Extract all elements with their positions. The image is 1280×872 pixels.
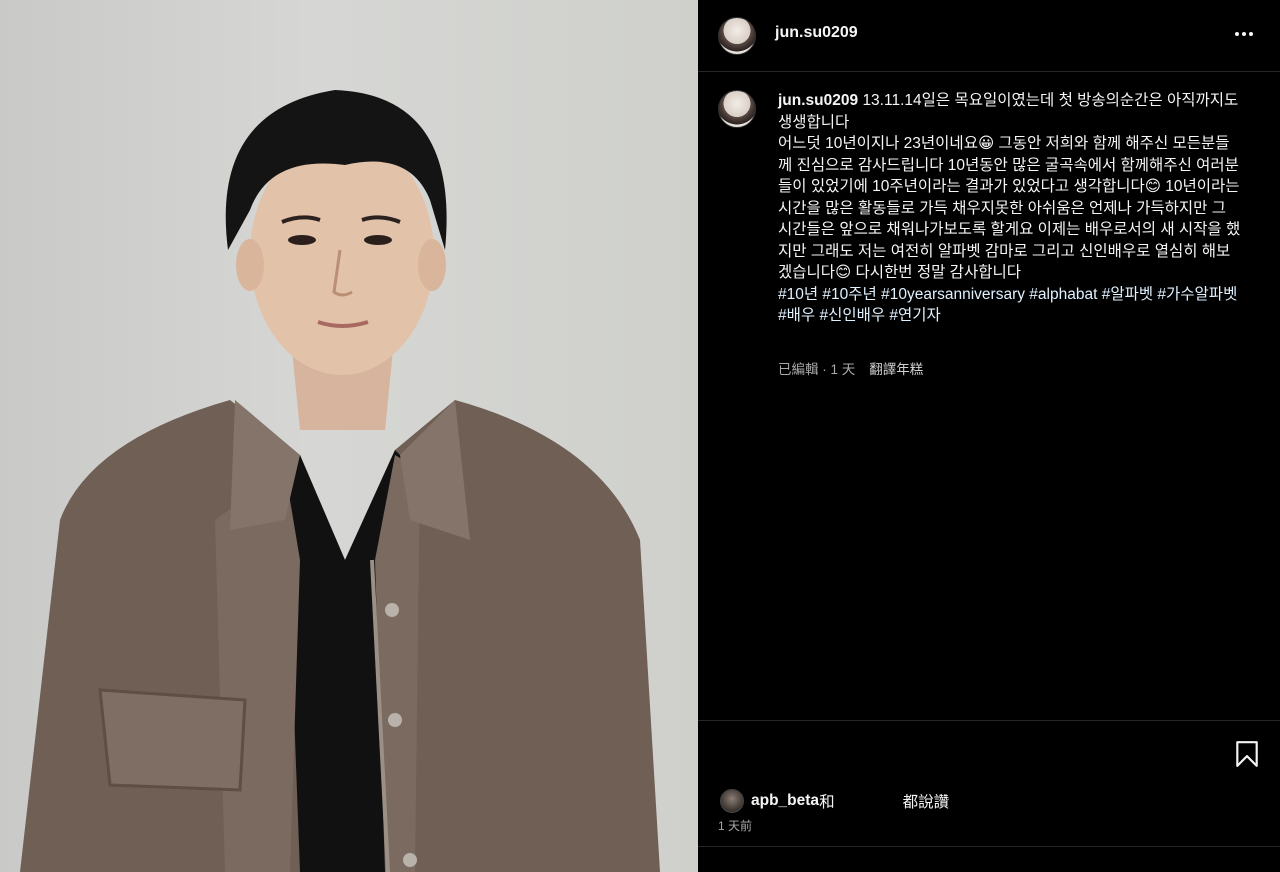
caption-body: jun.su0209 13.11.14일은 목요일이였는데 첫 방송의순간은 아… — [778, 90, 1243, 327]
edited-label: 已編輯 — [778, 362, 819, 377]
post-detail-panel: jun.su0209 jun.su0209 13.11.14일은 목요일이였는데… — [698, 0, 1280, 872]
liker-avatar[interactable] — [720, 789, 744, 813]
likes-summary[interactable]: apb_beta 和 都說讚 — [720, 789, 949, 813]
translate-button[interactable]: 翻譯年糕 — [869, 358, 923, 378]
meta-separator: · — [822, 362, 827, 377]
divider — [698, 720, 1280, 721]
post-photo[interactable] — [0, 0, 698, 872]
post-header: jun.su0209 — [698, 0, 1280, 72]
divider — [698, 846, 1280, 847]
post-photo-illustration — [20, 90, 660, 872]
bookmark-icon[interactable] — [1234, 740, 1260, 768]
likes-suffix: 都說讚 — [902, 794, 950, 811]
post-timestamp[interactable]: 1 天前 — [718, 817, 752, 834]
liker-username[interactable]: apb_beta — [751, 792, 819, 810]
avatar[interactable] — [718, 17, 756, 55]
avatar[interactable] — [718, 90, 756, 128]
caption-username[interactable]: jun.su0209 — [778, 92, 858, 109]
caption-meta: 已編輯 · 1 天 翻譯年糕 — [778, 358, 923, 378]
likes-connector: 和 — [819, 794, 835, 811]
caption-text-body: 어느덧 10년이지나 23년이네요😀 그동안 저희와 함께 해주신 모든분들께 … — [778, 135, 1241, 281]
caption-hashtags[interactable]: #10년 #10주년 #10yearsanniversary #alphabat… — [778, 284, 1243, 327]
header-username[interactable]: jun.su0209 — [775, 24, 858, 42]
more-horizontal-icon[interactable] — [1232, 22, 1256, 46]
caption-age: 1 天 — [830, 362, 856, 377]
